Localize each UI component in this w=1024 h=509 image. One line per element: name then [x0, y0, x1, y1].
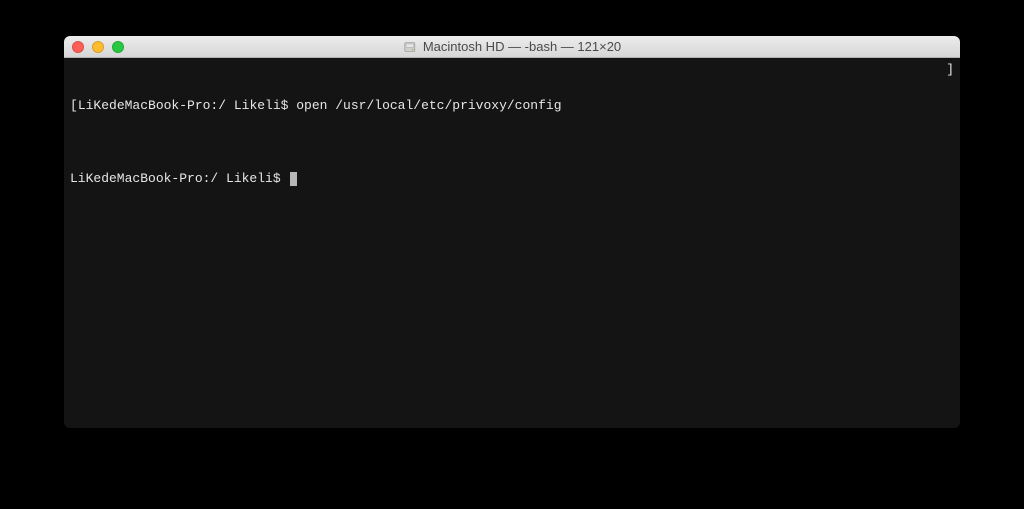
- window-title-text: Macintosh HD — -bash — 121×20: [423, 39, 621, 54]
- terminal-cursor: [290, 172, 297, 186]
- window-titlebar[interactable]: Macintosh HD — -bash — 121×20: [64, 36, 960, 58]
- line-right-symbol: ]: [946, 61, 954, 79]
- terminal-window: Macintosh HD — -bash — 121×20 [LiKedeMac…: [64, 36, 960, 428]
- maximize-button[interactable]: [112, 41, 124, 53]
- disk-icon: [403, 40, 417, 54]
- terminal-command: open /usr/local/etc/privoxy/config: [296, 98, 561, 113]
- traffic-lights: [72, 41, 124, 53]
- terminal-prompt: LiKedeMacBook-Pro:/ Likeli$: [70, 171, 288, 186]
- terminal-line: LiKedeMacBook-Pro:/ Likeli$: [70, 170, 954, 188]
- minimize-button[interactable]: [92, 41, 104, 53]
- window-title: Macintosh HD — -bash — 121×20: [403, 39, 621, 54]
- line-left-symbol: [: [70, 98, 78, 113]
- terminal-prompt: LiKedeMacBook-Pro:/ Likeli$: [78, 98, 296, 113]
- terminal-line: [LiKedeMacBook-Pro:/ Likeli$ open /usr/l…: [70, 97, 954, 115]
- close-button[interactable]: [72, 41, 84, 53]
- terminal-body[interactable]: [LiKedeMacBook-Pro:/ Likeli$ open /usr/l…: [64, 58, 960, 428]
